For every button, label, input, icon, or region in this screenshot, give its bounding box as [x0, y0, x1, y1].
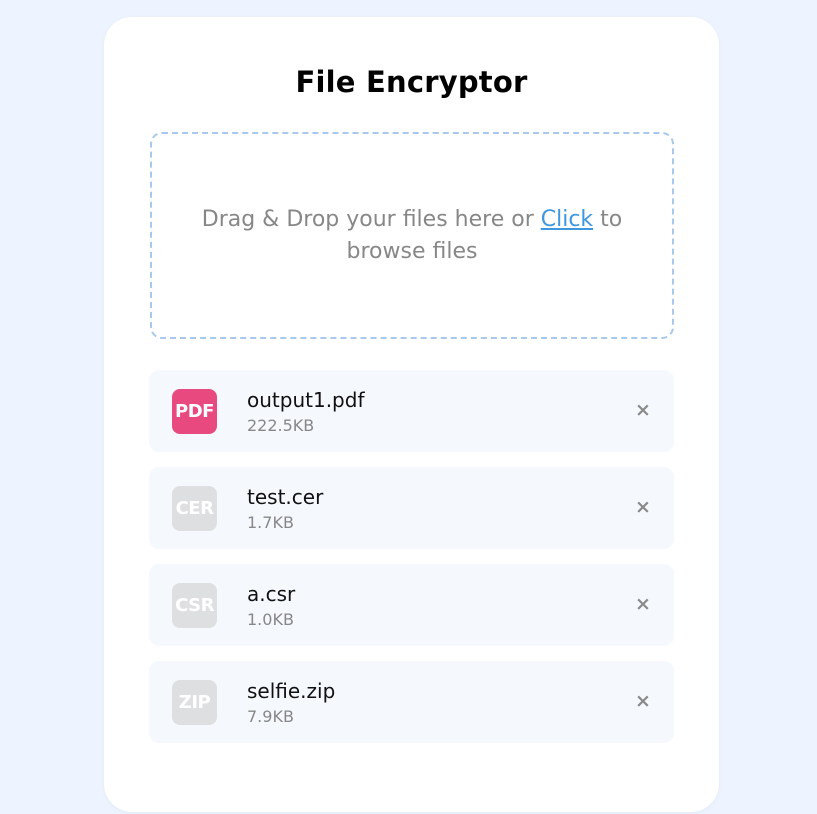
- browse-files-link[interactable]: Click: [541, 207, 593, 232]
- file-item: CSR a.csr 1.0KB ×: [149, 564, 674, 646]
- dropzone-text-before: Drag & Drop your files here or: [201, 206, 541, 232]
- file-name: output1.pdf: [247, 388, 365, 412]
- remove-file-button[interactable]: ×: [634, 594, 652, 613]
- file-size: 1.7KB: [247, 513, 294, 532]
- remove-file-button[interactable]: ×: [634, 691, 652, 710]
- remove-file-button[interactable]: ×: [634, 400, 652, 419]
- file-size: 1.0KB: [247, 610, 294, 629]
- file-name: selfie.zip: [247, 679, 336, 703]
- cer-file-icon: CER: [172, 486, 217, 531]
- remove-file-button[interactable]: ×: [634, 497, 652, 516]
- file-item: CER test.cer 1.7KB ×: [149, 467, 674, 549]
- file-size: 7.9KB: [247, 707, 294, 726]
- file-item: PDF output1.pdf 222.5KB ×: [149, 370, 674, 452]
- dropzone-text: Drag & Drop your files here or Click to …: [192, 204, 632, 268]
- file-item: ZIP selfie.zip 7.9KB ×: [149, 661, 674, 743]
- file-name: test.cer: [247, 485, 324, 509]
- encryptor-card: File Encryptor Drag & Drop your files he…: [104, 17, 719, 812]
- page-title: File Encryptor: [295, 65, 528, 99]
- file-dropzone[interactable]: Drag & Drop your files here or Click to …: [150, 132, 674, 339]
- file-list: PDF output1.pdf 222.5KB × CER test.cer 1…: [149, 370, 674, 758]
- csr-file-icon: CSR: [172, 583, 217, 628]
- pdf-file-icon: PDF: [172, 389, 217, 434]
- file-size: 222.5KB: [247, 416, 315, 435]
- file-name: a.csr: [247, 582, 296, 606]
- zip-file-icon: ZIP: [172, 680, 217, 725]
